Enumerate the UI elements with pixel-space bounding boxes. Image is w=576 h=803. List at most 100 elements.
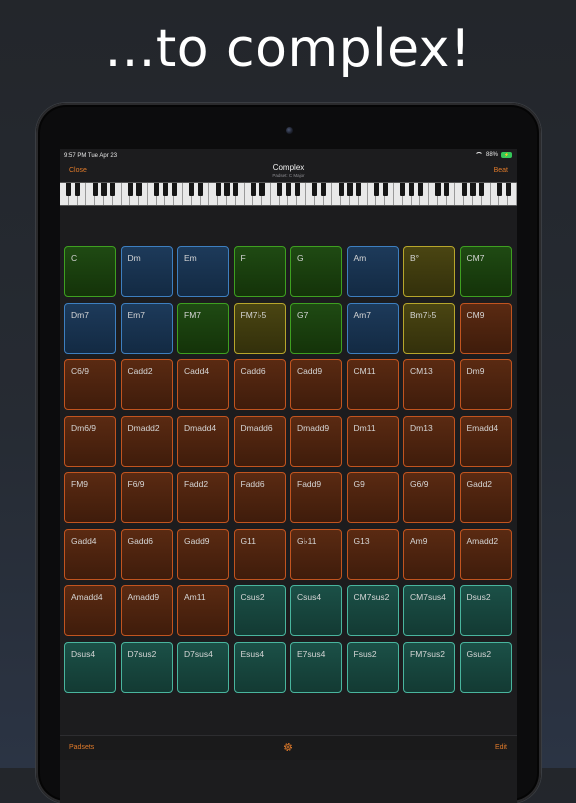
edit-button[interactable]: Edit bbox=[495, 744, 507, 751]
piano-black-key[interactable] bbox=[233, 183, 239, 196]
chord-pad[interactable]: Amadd9 bbox=[120, 585, 173, 636]
chord-pad[interactable]: Dm13 bbox=[403, 415, 455, 467]
chord-pad[interactable]: D7sus4 bbox=[177, 641, 229, 693]
beat-button[interactable]: Beat bbox=[494, 167, 508, 174]
chord-pad[interactable]: CM9 bbox=[459, 302, 512, 354]
chord-pad[interactable]: Gadd6 bbox=[120, 528, 173, 580]
chord-pad[interactable]: D7sus2 bbox=[120, 641, 173, 693]
piano-black-key[interactable] bbox=[259, 183, 265, 196]
chord-pad[interactable]: Cadd9 bbox=[290, 359, 342, 410]
piano-black-key[interactable] bbox=[444, 183, 450, 196]
piano-black-key[interactable] bbox=[294, 183, 300, 196]
chord-pad[interactable]: CM7sus4 bbox=[403, 585, 455, 636]
piano-black-key[interactable] bbox=[470, 183, 476, 196]
chord-pad[interactable]: Am11 bbox=[177, 585, 229, 636]
chord-pad[interactable]: FM7 bbox=[177, 302, 229, 354]
chord-pad[interactable]: G bbox=[290, 246, 342, 297]
chord-pad[interactable]: C6/9 bbox=[64, 359, 116, 410]
chord-pad[interactable]: Dmadd6 bbox=[233, 415, 286, 467]
chord-pad[interactable]: FM7sus2 bbox=[403, 641, 455, 693]
piano-black-key[interactable] bbox=[74, 183, 81, 196]
piano-black-key[interactable] bbox=[215, 183, 221, 196]
chord-pad[interactable]: Am bbox=[346, 246, 399, 297]
chord-pad[interactable]: F bbox=[233, 246, 286, 297]
chord-pad[interactable]: CM7 bbox=[459, 246, 512, 297]
chord-pad[interactable]: Dmadd9 bbox=[290, 415, 342, 467]
piano-black-key[interactable] bbox=[400, 183, 406, 196]
piano-black-key[interactable] bbox=[277, 183, 283, 196]
chord-pad[interactable]: CM11 bbox=[346, 359, 399, 410]
chord-pad[interactable]: F6/9 bbox=[120, 472, 173, 523]
piano-black-key[interactable] bbox=[110, 183, 116, 196]
chord-pad[interactable]: Fadd2 bbox=[177, 472, 229, 523]
piano-black-key[interactable] bbox=[347, 183, 353, 196]
chord-pad[interactable]: B° bbox=[403, 246, 455, 297]
chord-pad[interactable]: Gsus2 bbox=[459, 641, 512, 693]
chord-pad[interactable]: Cadd2 bbox=[120, 359, 173, 410]
piano-black-key[interactable] bbox=[154, 183, 160, 196]
piano-black-key[interactable] bbox=[435, 183, 441, 196]
piano-black-key[interactable] bbox=[66, 183, 72, 196]
chord-pad[interactable]: Csus2 bbox=[233, 585, 286, 636]
chord-pad[interactable]: Emadd4 bbox=[459, 415, 512, 467]
chord-pad[interactable]: Em7 bbox=[120, 302, 173, 354]
chord-pad[interactable]: G♭11 bbox=[290, 528, 342, 580]
piano-black-key[interactable] bbox=[321, 183, 327, 196]
chord-pad[interactable]: Gadd4 bbox=[64, 528, 116, 580]
piano-black-key[interactable] bbox=[171, 183, 177, 196]
padsets-button[interactable]: Padsets bbox=[69, 744, 94, 751]
chord-pad[interactable]: FM7♭5 bbox=[233, 302, 286, 354]
chord-pad[interactable]: Dmadd2 bbox=[120, 415, 173, 467]
chord-pad[interactable]: G7 bbox=[290, 302, 342, 354]
chord-pad[interactable]: Dm7 bbox=[64, 302, 116, 354]
chord-pad[interactable]: FM9 bbox=[64, 472, 116, 523]
piano-black-key[interactable] bbox=[461, 183, 467, 196]
chord-pad[interactable]: Fadd6 bbox=[233, 472, 286, 523]
piano-black-key[interactable] bbox=[92, 183, 98, 196]
chord-pad[interactable]: Cadd4 bbox=[177, 359, 229, 410]
chord-pad[interactable]: Amadd2 bbox=[459, 528, 512, 580]
chord-pad[interactable]: Em bbox=[177, 246, 229, 297]
chord-pad[interactable]: Dm bbox=[120, 246, 173, 297]
piano-black-key[interactable] bbox=[479, 183, 485, 196]
chord-pad[interactable]: Fsus2 bbox=[346, 641, 399, 693]
chord-pad[interactable]: G9 bbox=[346, 472, 399, 523]
chord-pad[interactable]: Bm7♭5 bbox=[403, 302, 455, 354]
chord-pad[interactable]: Dsus2 bbox=[459, 585, 512, 636]
piano-black-key[interactable] bbox=[382, 183, 388, 196]
chord-pad[interactable]: Dm6/9 bbox=[64, 415, 116, 467]
piano-black-key[interactable] bbox=[373, 183, 379, 196]
piano-black-key[interactable] bbox=[101, 183, 107, 196]
chord-pad[interactable]: Dm11 bbox=[346, 415, 399, 467]
piano-black-key[interactable] bbox=[197, 183, 204, 196]
piano-black-key[interactable] bbox=[136, 183, 142, 196]
chord-pad[interactable]: Fadd9 bbox=[290, 472, 342, 523]
chord-pad[interactable]: Cadd6 bbox=[233, 359, 286, 410]
piano-black-key[interactable] bbox=[408, 183, 415, 196]
chord-pad[interactable]: Dmadd4 bbox=[177, 415, 229, 467]
piano-black-key[interactable] bbox=[224, 183, 230, 196]
chord-pad[interactable]: Gadd9 bbox=[177, 528, 229, 580]
piano-black-key[interactable] bbox=[338, 183, 344, 196]
chord-pad[interactable]: Gadd2 bbox=[459, 472, 512, 523]
piano-black-key[interactable] bbox=[250, 183, 256, 196]
chord-pad[interactable]: C bbox=[64, 246, 116, 297]
chord-pad[interactable]: G6/9 bbox=[403, 472, 455, 523]
piano-black-key[interactable] bbox=[162, 183, 169, 196]
chord-pad[interactable]: CM13 bbox=[403, 359, 455, 410]
chord-pad[interactable]: E7sus4 bbox=[290, 641, 342, 693]
piano-black-key[interactable] bbox=[496, 183, 503, 196]
piano-black-key[interactable] bbox=[356, 183, 362, 196]
piano-black-key[interactable] bbox=[417, 183, 423, 196]
piano-black-key[interactable] bbox=[127, 183, 133, 196]
chord-pad[interactable]: CM7sus2 bbox=[346, 585, 399, 636]
chord-pad[interactable]: Dsus4 bbox=[64, 641, 116, 693]
chord-pad[interactable]: Am9 bbox=[403, 528, 455, 580]
chord-pad[interactable]: Dm9 bbox=[459, 359, 512, 410]
chord-pad[interactable]: G13 bbox=[346, 528, 399, 580]
piano-black-key[interactable] bbox=[505, 183, 511, 196]
chord-pad[interactable]: Am7 bbox=[346, 302, 399, 354]
chord-pad[interactable]: Esus4 bbox=[233, 641, 286, 693]
piano-keyboard[interactable] bbox=[60, 182, 517, 206]
chord-pad[interactable]: Csus4 bbox=[290, 585, 342, 636]
